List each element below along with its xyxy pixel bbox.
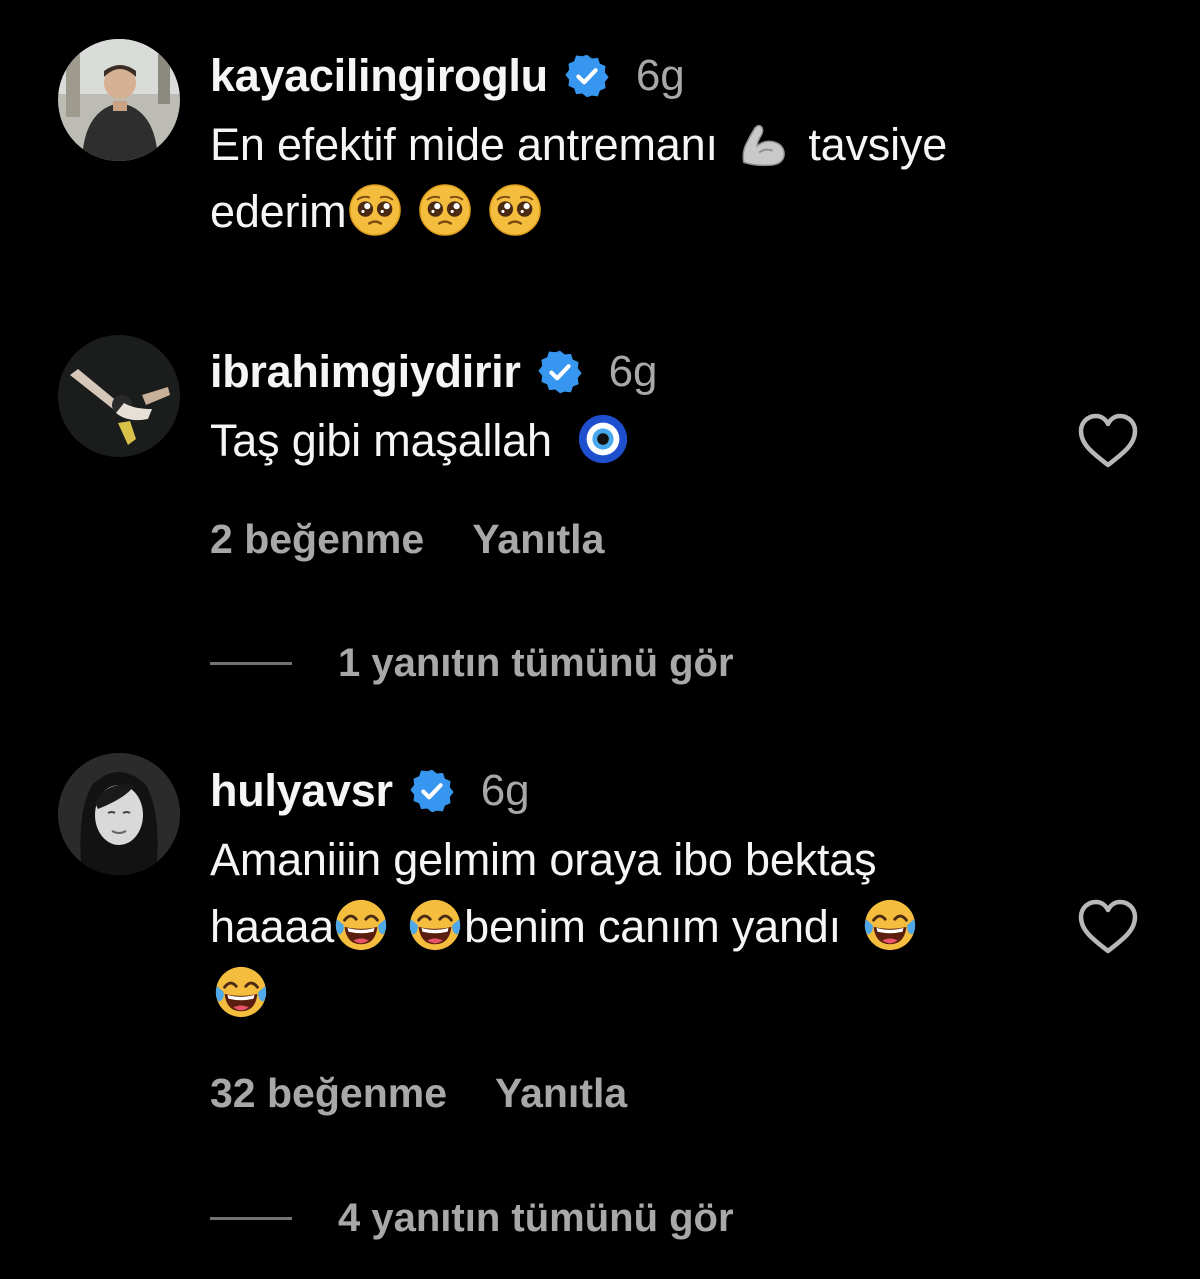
view-replies-label: 4 yanıtın tümünü gör (338, 1195, 734, 1240)
comment-actions: 32 beğenme Yanıtla (210, 1066, 627, 1120)
verified-badge-icon (537, 349, 583, 395)
pleading-face-icon (488, 183, 542, 237)
timestamp[interactable]: 6g (636, 51, 685, 101)
like-count[interactable]: 2 beğenme (210, 516, 424, 563)
timestamp[interactable]: 6g (481, 766, 530, 816)
divider-line (210, 1216, 292, 1220)
comment-text-part: En efektif mide antremanı (210, 119, 731, 170)
reply-button[interactable]: Yanıtla (495, 1070, 627, 1117)
verified-badge-icon (564, 53, 610, 99)
tears-of-joy-icon (408, 898, 462, 952)
heart-outline-icon[interactable] (1076, 898, 1140, 956)
verified-badge-icon (409, 768, 455, 814)
tears-of-joy-icon (214, 965, 268, 1019)
tears-of-joy-icon (334, 898, 388, 952)
comment-text-part: ederim (210, 186, 347, 237)
reply-button[interactable]: Yanıtla (472, 516, 604, 563)
tears-of-joy-icon (863, 898, 917, 952)
view-replies-button[interactable]: 4 yanıtın tümünü gör (210, 1191, 734, 1245)
username[interactable]: hulyavsr (210, 765, 393, 817)
comment-text-part: Amaniiin gelmim oraya ibo bektaş (210, 834, 877, 885)
comment-text-part: haaaa (210, 901, 335, 952)
comment-text: Taş gibi maşallah (210, 407, 1080, 474)
pleading-face-icon (418, 183, 472, 237)
comment-text-part: Taş gibi maşallah (210, 415, 565, 466)
username[interactable]: kayacilingiroglu (210, 50, 548, 102)
comment-text: Amaniiin gelmim oraya ibo bektaş haaaa be… (210, 826, 1080, 1027)
like-count[interactable]: 32 beğenme (210, 1070, 447, 1117)
view-replies-label: 1 yanıtın tümünü gör (338, 640, 734, 685)
comment-header: hulyavsr 6g (210, 756, 1080, 826)
comment-text-part: tavsiye (796, 119, 948, 170)
avatar[interactable] (58, 39, 180, 161)
pleading-face-icon (348, 183, 402, 237)
nazar-amulet-icon (576, 412, 630, 466)
avatar[interactable] (58, 335, 180, 457)
comment-header: kayacilingiroglu 6g (210, 41, 1080, 111)
comment-text-part: benim canım yandı (464, 901, 854, 952)
avatar[interactable] (58, 753, 180, 875)
comment-header: ibrahimgiydirir 6g (210, 337, 1080, 407)
username[interactable]: ibrahimgiydirir (210, 346, 521, 398)
timestamp[interactable]: 6g (609, 347, 658, 397)
divider-line (210, 661, 292, 665)
flexed-biceps-icon (736, 116, 790, 170)
comment-text: En efektif mide antremanı tavsiye ederim (210, 111, 1080, 245)
comment-actions: 2 beğenme Yanıtla (210, 512, 604, 566)
heart-outline-icon[interactable] (1076, 412, 1140, 470)
view-replies-button[interactable]: 1 yanıtın tümünü gör (210, 636, 734, 690)
